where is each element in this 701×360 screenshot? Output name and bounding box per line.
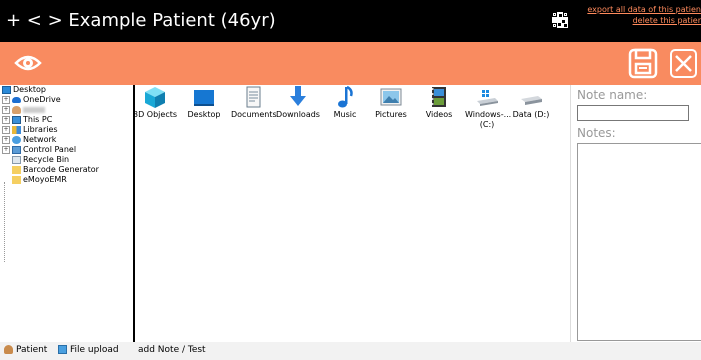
title-bar: + < > Example Patient (46yr) export all …: [0, 0, 701, 42]
expand-icon[interactable]: +: [2, 125, 10, 134]
folder-desktop[interactable]: Desktop: [182, 85, 226, 120]
tab-patient[interactable]: Patient: [4, 345, 47, 355]
notes-label: Notes:: [577, 126, 616, 140]
document-icon: [246, 86, 261, 108]
file-item-label: Music: [333, 110, 357, 119]
network-icon: [12, 135, 21, 144]
save-icon[interactable]: [628, 48, 658, 79]
patient-icon: [4, 345, 13, 354]
user-icon: [12, 105, 21, 114]
expand-icon[interactable]: +: [2, 135, 10, 144]
tree-item-label: Libraries: [23, 125, 58, 134]
tree-item-label: Network: [23, 135, 57, 144]
expand-icon[interactable]: +: [2, 95, 10, 104]
file-item-label: Pictures: [375, 110, 407, 119]
drive-windows-c[interactable]: Windows-... (C:): [465, 85, 512, 130]
delete-patient-link[interactable]: delete this patier: [587, 15, 701, 26]
file-upload-icon: [58, 345, 67, 354]
folder-documents[interactable]: Documents: [231, 85, 277, 120]
qr-code-icon[interactable]: [552, 12, 568, 28]
tree-item-libraries[interactable]: + Libraries: [2, 125, 58, 135]
folder-icon: [12, 165, 21, 174]
tree-item-label: Barcode Generator: [23, 165, 99, 174]
picture-icon: [380, 88, 402, 106]
download-arrow-icon: [290, 86, 306, 106]
tree-item-control-panel[interactable]: + Control Panel: [2, 145, 76, 155]
patient-title: + < > Example Patient (46yr): [6, 10, 276, 31]
tree-item-label: Recycle Bin: [23, 155, 70, 164]
file-item-label: Downloads: [276, 110, 320, 119]
file-item-label: Desktop: [187, 110, 221, 119]
file-browser: 3D Objects Desktop Documents Downloads M…: [133, 85, 570, 342]
desktop-folder-icon: [194, 90, 214, 106]
folder-3d-objects[interactable]: 3D Objects: [133, 85, 177, 120]
film-icon: [432, 87, 446, 107]
file-item-label: Documents: [231, 110, 277, 119]
file-item-label: Windows-... (C:): [465, 110, 512, 129]
tab-label: add Note / Test: [138, 345, 206, 355]
expand-icon[interactable]: +: [2, 115, 10, 124]
recycle-bin-icon: [12, 155, 21, 164]
folder-pictures[interactable]: Pictures: [369, 85, 413, 120]
export-data-link[interactable]: export all data of this patien: [587, 4, 701, 15]
expand-icon[interactable]: +: [2, 145, 10, 154]
eye-icon[interactable]: [14, 50, 42, 76]
tree-item-this-pc[interactable]: + This PC: [2, 115, 52, 125]
tree-item-onedrive[interactable]: + OneDrive: [2, 95, 61, 105]
music-note-icon: [338, 85, 353, 108]
file-item-label: Data (D:): [512, 110, 550, 119]
tree-item-recycle-bin[interactable]: Recycle Bin: [12, 155, 69, 165]
tab-label: Patient: [16, 345, 48, 355]
windows-drive-icon: [477, 90, 498, 106]
tree-item-label: OneDrive: [23, 95, 61, 104]
cloud-icon: [12, 96, 21, 103]
cube-icon: [145, 87, 165, 108]
bottom-tab-bar: Patient File upload add Note / Test: [0, 342, 701, 360]
folder-tree: Desktop + OneDrive + + This PC + Libraries …: [0, 85, 135, 342]
note-panel: Note name: Notes:: [570, 85, 701, 342]
tab-label: File upload: [70, 345, 119, 355]
desktop-icon: [2, 85, 11, 94]
folder-videos[interactable]: Videos: [417, 85, 461, 120]
tree-item-user[interactable]: +: [2, 105, 45, 115]
folder-downloads[interactable]: Downloads: [276, 85, 320, 120]
folder-icon: [12, 175, 21, 184]
tree-item-label: Control Panel: [23, 145, 77, 154]
file-item-label: Videos: [425, 110, 453, 119]
tree-item-label: eMoyoEMR: [23, 175, 67, 184]
pc-icon: [12, 115, 21, 124]
redacted-username: [23, 106, 45, 113]
expand-icon[interactable]: +: [2, 105, 10, 114]
note-name-input[interactable]: [577, 105, 689, 121]
tree-item-desktop[interactable]: Desktop: [2, 85, 46, 95]
tab-add-note-test[interactable]: add Note / Test: [138, 345, 206, 355]
tree-item-label: Desktop: [13, 85, 46, 94]
toolbar: [0, 42, 701, 85]
drive-data-d[interactable]: Data (D:): [509, 85, 553, 120]
tree-item-barcode-generator[interactable]: Barcode Generator: [12, 165, 99, 175]
library-icon: [12, 125, 21, 134]
control-panel-icon: [12, 145, 21, 154]
note-name-label: Note name:: [577, 88, 648, 102]
tree-item-label: This PC: [23, 115, 53, 124]
tree-item-emoyoemr[interactable]: eMoyoEMR: [12, 175, 67, 185]
file-item-label: 3D Objects: [133, 110, 178, 119]
drive-icon: [521, 96, 542, 105]
patient-actions: export all data of this patien delete th…: [587, 4, 701, 26]
tree-line: [4, 182, 5, 262]
folder-music[interactable]: Music: [323, 85, 367, 120]
close-icon[interactable]: [669, 48, 698, 79]
tree-item-network[interactable]: + Network: [2, 135, 56, 145]
notes-textarea[interactable]: [577, 143, 701, 341]
tab-file-upload[interactable]: File upload: [58, 345, 119, 355]
